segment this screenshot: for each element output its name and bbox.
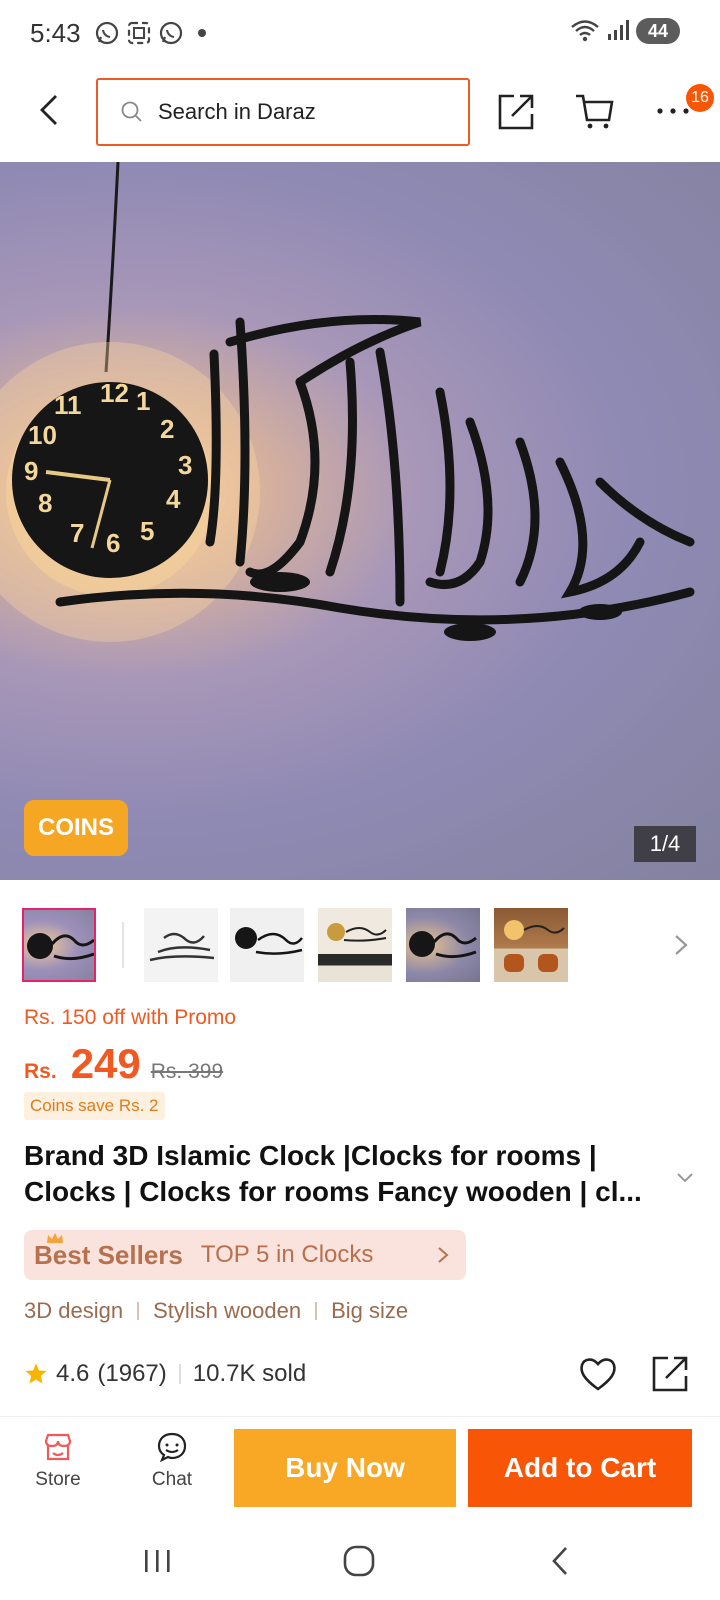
system-navigation-bar <box>0 1524 720 1600</box>
rating-score: 4.6 <box>56 1360 90 1387</box>
current-price: 249 <box>70 1040 141 1087</box>
thumbnail-1[interactable] <box>22 908 96 982</box>
tag-3d-design: 3D design <box>24 1298 124 1323</box>
store-icon <box>44 1433 72 1461</box>
cart-count-badge: 16 <box>686 84 714 112</box>
svg-text:6: 6 <box>106 528 120 558</box>
price-row: Rs. 249 Rs. 399 <box>24 1040 223 1088</box>
search-placeholder: Search in Daraz <box>158 99 316 124</box>
svg-text:11: 11 <box>54 390 82 420</box>
sold-count: 10.7K sold <box>192 1360 307 1387</box>
back-icon[interactable] <box>548 1544 572 1578</box>
thumbnail-image <box>327 923 387 942</box>
whatsapp-icon <box>159 21 183 45</box>
status-time: 5:43 <box>30 18 81 48</box>
back-arrow-icon[interactable] <box>30 90 70 130</box>
thumbnail-divider <box>122 922 124 968</box>
tag-stylish-wooden: Stylish wooden <box>153 1298 302 1323</box>
share-icon[interactable] <box>650 1352 692 1394</box>
tag-divider <box>137 1302 140 1320</box>
thumbnail-strip <box>22 908 702 984</box>
thumbnail-image <box>409 931 477 959</box>
tag-divider <box>315 1302 318 1320</box>
chat-label: Chat <box>151 1469 193 1490</box>
recent-apps-icon[interactable] <box>142 1546 174 1576</box>
cart-icon[interactable] <box>574 90 616 132</box>
signal-icon <box>608 20 629 40</box>
svg-text:10: 10 <box>28 420 57 450</box>
svg-text:12: 12 <box>100 378 129 408</box>
svg-text:9: 9 <box>24 456 38 486</box>
thumbnail-6[interactable] <box>494 908 568 982</box>
screenshot-icon <box>127 21 151 45</box>
home-icon[interactable] <box>342 1544 376 1578</box>
chat-button[interactable]: Chat <box>142 1431 202 1507</box>
notification-icons <box>94 20 206 46</box>
svg-text:5: 5 <box>140 516 154 546</box>
wifi-icon <box>571 20 599 42</box>
rating-divider <box>178 1364 181 1384</box>
coins-badge: COINS <box>24 800 128 856</box>
product-image[interactable]: 12 1 2 3 4 5 6 7 8 9 10 11 COINS 1/4 <box>0 162 720 880</box>
svg-text:8: 8 <box>38 488 52 518</box>
heart-icon[interactable] <box>578 1354 618 1394</box>
search-icon <box>121 101 142 122</box>
star-icon <box>25 1363 47 1384</box>
add-to-cart-button[interactable]: Add to Cart <box>468 1429 692 1507</box>
promo-text[interactable]: Rs. 150 off with Promo <box>24 1006 236 1030</box>
best-sellers-banner[interactable]: Best Sellers TOP 5 in Clocks <box>24 1230 466 1280</box>
clock-artwork-image: 12 1 2 3 4 5 6 7 8 9 10 11 <box>0 162 695 642</box>
svg-text:2: 2 <box>160 414 174 444</box>
thumbnail-3[interactable] <box>230 908 304 982</box>
price-currency: Rs. <box>24 1060 57 1083</box>
share-icon[interactable] <box>496 90 538 132</box>
thumbnail-image <box>504 920 565 972</box>
image-counter: 1/4 <box>634 826 696 862</box>
product-tags: 3D design Stylish wooden Big size <box>24 1298 408 1324</box>
store-button[interactable]: Store <box>28 1431 88 1507</box>
top-nav: Search in Daraz 16 <box>0 74 720 148</box>
crown-icon <box>47 1232 63 1243</box>
thumbnail-image <box>27 933 94 961</box>
tag-big-size: Big size <box>331 1298 409 1323</box>
rating-count: (1967) <box>97 1360 167 1387</box>
status-bar: 5:43 44 <box>0 0 720 66</box>
more-options-icon[interactable] <box>656 104 690 118</box>
store-label: Store <box>35 1469 81 1490</box>
whatsapp-icon <box>95 21 119 45</box>
coins-save-badge: Coins save Rs. 2 <box>24 1092 165 1120</box>
chevron-down-icon[interactable] <box>674 1166 696 1188</box>
bottom-action-bar: Store Chat Buy Now Add to Cart <box>0 1416 720 1518</box>
svg-text:3: 3 <box>178 450 192 480</box>
thumbnail-4[interactable] <box>318 908 392 982</box>
svg-text:7: 7 <box>70 518 84 548</box>
product-title-line-2: Clocks | Clocks for rooms Fancy wooden |… <box>24 1176 642 1207</box>
battery-icon: 44 <box>636 18 680 44</box>
search-input[interactable]: Search in Daraz <box>96 78 470 146</box>
best-sellers-label-text: Best Sellers <box>34 1239 183 1270</box>
thumbnail-image <box>149 932 215 962</box>
chat-icon <box>157 1432 187 1463</box>
svg-text:1: 1 <box>136 386 150 416</box>
chevron-right-icon <box>438 1247 449 1263</box>
thumbnail-image <box>235 927 303 955</box>
original-price: Rs. 399 <box>150 1060 224 1083</box>
best-sellers-label: Best Sellers <box>34 1232 183 1271</box>
thumbnail-5[interactable] <box>406 908 480 982</box>
thumbnail-2[interactable] <box>144 908 218 982</box>
product-title: Brand 3D Islamic Clock |Clocks for rooms… <box>24 1138 664 1210</box>
best-sellers-rank: TOP 5 in Clocks <box>200 1241 374 1268</box>
svg-text:4: 4 <box>166 484 181 514</box>
chevron-right-icon[interactable] <box>668 930 694 960</box>
more-notifications-dot <box>198 29 206 37</box>
system-status: 44 <box>570 18 680 44</box>
product-title-line-1: Brand 3D Islamic Clock |Clocks for rooms… <box>24 1140 597 1171</box>
rating-row[interactable]: 4.6 (1967) 10.7K sold <box>24 1352 696 1396</box>
buy-now-button[interactable]: Buy Now <box>234 1429 456 1507</box>
